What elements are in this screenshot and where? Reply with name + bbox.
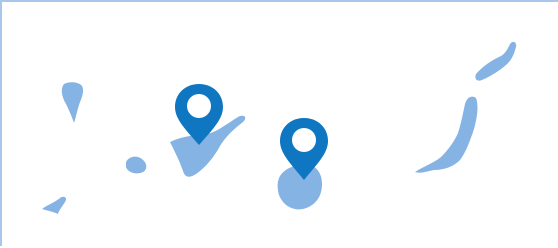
canary-islands-map[interactable] <box>2 2 558 248</box>
island-fuerteventura[interactable] <box>415 96 478 173</box>
island-lanzarote[interactable] <box>475 41 517 81</box>
island-la-palma[interactable] <box>61 82 84 123</box>
map-frame <box>0 0 558 246</box>
map-pin-hole <box>292 128 316 152</box>
island-la-gomera[interactable] <box>126 156 147 174</box>
map-pin-hole <box>187 94 211 118</box>
island-el-hierro[interactable] <box>42 196 67 214</box>
